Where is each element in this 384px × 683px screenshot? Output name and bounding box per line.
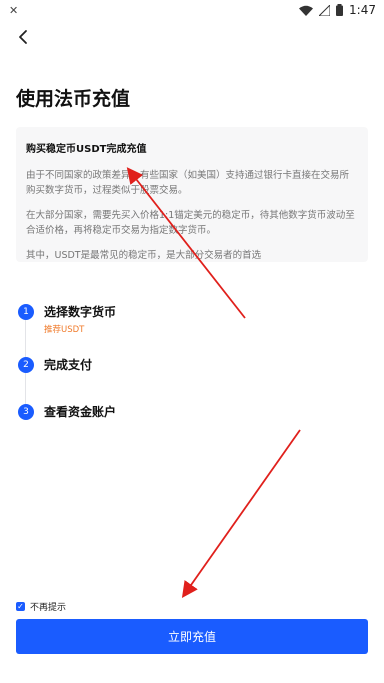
- signal-icon: [319, 4, 331, 16]
- step-number-badge: 1: [18, 304, 34, 320]
- status-time: 1:47: [349, 3, 376, 17]
- settings-icon: ✕: [9, 4, 19, 17]
- annotation-arrow: [181, 429, 301, 598]
- step-list: 1 选择数字货币 推荐USDT 2 完成支付 3 查看资金账户: [16, 300, 368, 425]
- info-paragraph: 由于不同国家的政策差异，有些国家（如美国）支持通过银行卡直接在交易所购买数字货币…: [26, 170, 350, 196]
- step-item: 2 完成支付: [16, 357, 92, 373]
- info-card-title: 购买稳定币USDT完成充值: [26, 144, 147, 155]
- step-label: 选择数字货币: [44, 305, 117, 319]
- step-recommendation: 推荐USDT: [44, 325, 85, 335]
- step-item: 3 查看资金账户: [16, 404, 116, 420]
- info-paragraph: 其中，USDT是最常见的稳定币，是大部分交易者的首选: [26, 250, 262, 261]
- info-paragraph: 在大部分国家，需要先买入价格1:1锚定美元的稳定币，待其他数字货币波动至合适价格…: [26, 210, 355, 236]
- chevron-left-icon: [19, 30, 27, 44]
- step-label: 查看资金账户: [44, 405, 117, 419]
- battery-icon: [336, 4, 344, 16]
- step-item: 1 选择数字货币 推荐USDT: [16, 304, 116, 335]
- wifi-icon: [299, 5, 314, 16]
- dont-remind-checkbox[interactable]: ✓: [16, 602, 25, 611]
- back-button[interactable]: [12, 26, 34, 48]
- dont-remind-label: 不再提示: [30, 603, 67, 613]
- status-icons: 1:47: [299, 3, 376, 17]
- status-bar: ✕ 1:47: [0, 0, 384, 22]
- info-card: 购买稳定币USDT完成充值 由于不同国家的政策差异，有些国家（如美国）支持通过银…: [16, 127, 368, 262]
- step-number-badge: 3: [18, 404, 34, 420]
- step-label: 完成支付: [44, 358, 93, 372]
- page-title: 使用法币充值: [16, 88, 131, 110]
- dont-remind-row[interactable]: ✓ 不再提示: [16, 600, 66, 613]
- step-number-badge: 2: [18, 357, 34, 373]
- recharge-now-button[interactable]: 立即充值: [16, 619, 368, 654]
